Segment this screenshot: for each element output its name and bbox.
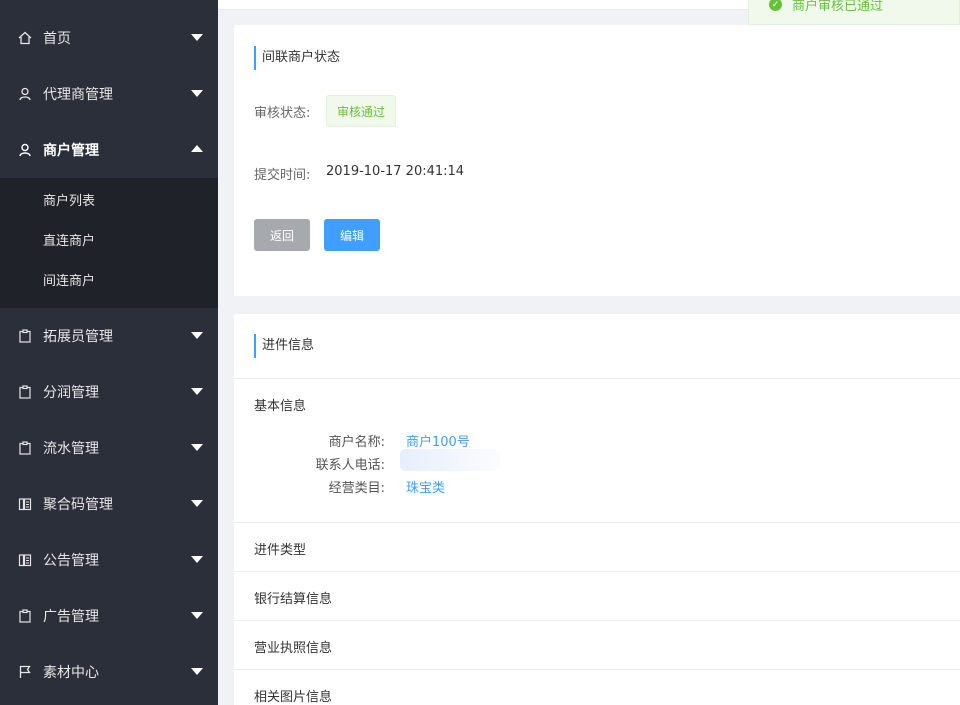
submit-time-value: 2019-10-17 20:41:14 <box>326 164 465 179</box>
info-card-title: 进件信息 <box>254 334 314 358</box>
sidebar-item-label: 商户管理 <box>43 143 99 159</box>
edit-button[interactable]: 编辑 <box>324 219 380 251</box>
sidebar: 首页 代理商管理 商户管理 商户列表 直连商户 间连商户 拓展员管理 分润管理 <box>0 0 218 705</box>
clipboard-icon <box>18 441 32 455</box>
sidebar-item-label: 拓展员管理 <box>43 329 113 345</box>
info-card: 进件信息 基本信息 商户名称: 商户100号 联系人电话: 经营类目: 珠宝类 … <box>234 314 960 705</box>
submenu-item-indirect-merchants[interactable]: 间连商户 <box>43 272 95 292</box>
merchant-submenu: 商户列表 直连商户 间连商户 <box>0 178 218 308</box>
submit-time-label: 提交时间: <box>254 168 311 183</box>
back-button[interactable]: 返回 <box>254 219 310 251</box>
sidebar-item-label: 分润管理 <box>43 385 99 401</box>
divider <box>234 669 960 670</box>
success-toast: ✓ 商户审核已通过 <box>748 0 960 25</box>
user-icon <box>18 143 32 157</box>
sidebar-item-materials[interactable]: 素材中心 <box>0 644 218 700</box>
chevron-down-icon <box>191 332 203 339</box>
sidebar-item-home[interactable]: 首页 <box>0 10 218 66</box>
check-circle-icon: ✓ <box>769 0 782 11</box>
business-category-value: 珠宝类 <box>406 481 446 496</box>
sidebar-item-label: 聚合码管理 <box>43 497 113 513</box>
sidebar-item-agents[interactable]: 代理商管理 <box>0 66 218 122</box>
sidebar-item-promoters[interactable]: 拓展员管理 <box>0 308 218 364</box>
toast-message: 商户审核已通过 <box>792 0 884 14</box>
status-card-title: 间联商户状态 <box>254 46 340 70</box>
clipboard-icon <box>18 609 32 623</box>
chevron-down-icon <box>191 612 203 619</box>
submenu-item-direct-merchants[interactable]: 直连商户 <box>43 232 95 252</box>
sidebar-item-label: 公告管理 <box>43 553 99 569</box>
sidebar-item-transactions[interactable]: 流水管理 <box>0 420 218 476</box>
sidebar-item-ads[interactable]: 广告管理 <box>0 588 218 644</box>
book-icon <box>18 553 32 567</box>
status-card: 间联商户状态 审核状态: 审核通过 提交时间: 2019-10-17 20:41… <box>234 25 960 296</box>
audit-status-label: 审核状态: <box>254 106 311 121</box>
sidebar-item-label: 代理商管理 <box>43 87 113 103</box>
sidebar-item-label: 首页 <box>43 31 71 47</box>
clipboard-icon <box>18 385 32 399</box>
sidebar-item-profit-sharing[interactable]: 分润管理 <box>0 364 218 420</box>
chevron-down-icon <box>191 444 203 451</box>
chevron-up-icon <box>191 145 203 152</box>
sidebar-item-label: 流水管理 <box>43 441 99 457</box>
section-bank-settlement[interactable]: 银行结算信息 <box>254 588 332 607</box>
sidebar-item-aggregate-codes[interactable]: 聚合码管理 <box>0 476 218 532</box>
sidebar-item-label: 广告管理 <box>43 609 99 625</box>
chevron-down-icon <box>191 556 203 563</box>
section-application-type[interactable]: 进件类型 <box>254 539 306 558</box>
status-badge: 审核通过 <box>326 95 396 127</box>
clipboard-icon <box>18 329 32 343</box>
merchant-name-label: 商户名称: <box>328 435 385 450</box>
user-icon <box>18 87 32 101</box>
divider <box>234 620 960 621</box>
sidebar-item-merchants[interactable]: 商户管理 <box>0 122 218 178</box>
contact-phone-label: 联系人电话: <box>315 458 385 473</box>
section-business-license[interactable]: 营业执照信息 <box>254 637 332 656</box>
sidebar-item-announcements[interactable]: 公告管理 <box>0 532 218 588</box>
business-category-label: 经营类目: <box>328 481 385 496</box>
chevron-down-icon <box>191 90 203 97</box>
masked-phone-value <box>400 449 500 471</box>
sidebar-item-label: 素材中心 <box>43 665 99 681</box>
divider <box>234 378 960 379</box>
chevron-down-icon <box>191 500 203 507</box>
section-related-images[interactable]: 相关图片信息 <box>254 686 332 705</box>
merchant-name-value: 商户100号 <box>406 435 470 450</box>
basic-info-heading: 基本信息 <box>254 399 307 414</box>
chevron-down-icon <box>191 388 203 395</box>
flag-icon <box>18 665 32 679</box>
book-icon <box>18 497 32 511</box>
chevron-down-icon <box>191 34 203 41</box>
divider <box>234 522 960 523</box>
chevron-down-icon <box>191 668 203 675</box>
home-icon <box>18 31 32 45</box>
submenu-item-merchant-list[interactable]: 商户列表 <box>43 192 95 212</box>
divider <box>234 571 960 572</box>
